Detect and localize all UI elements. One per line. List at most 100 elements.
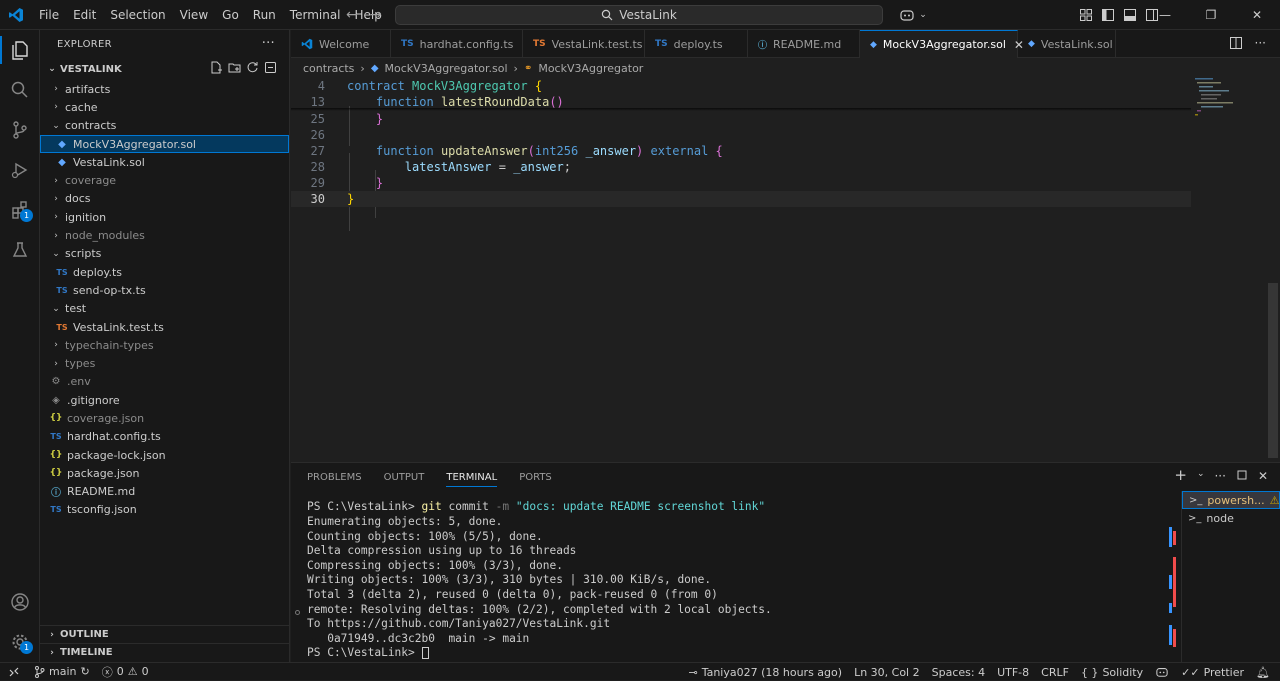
tree-folder-typechain-types[interactable]: › typechain-types bbox=[40, 336, 289, 354]
tab-deploy[interactable]: TS deploy.ts bbox=[645, 30, 748, 58]
tree-folder-scripts[interactable]: ⌄ scripts bbox=[40, 245, 289, 263]
breadcrumb-folder[interactable]: contracts bbox=[303, 62, 354, 75]
tree-folder-contracts[interactable]: ⌄ contracts bbox=[40, 117, 289, 135]
tree-folder-node-modules[interactable]: › node_modules bbox=[40, 226, 289, 244]
maximize-panel-icon[interactable] bbox=[1236, 469, 1248, 481]
breadcrumb-file[interactable]: MockV3Aggregator.sol bbox=[385, 62, 508, 75]
tab-welcome[interactable]: Welcome bbox=[291, 30, 391, 58]
git-blame[interactable]: ⊸ Taniya027 (18 hours ago) bbox=[682, 663, 848, 681]
problems-indicator[interactable]: ⓧ 0 ⚠ 0 bbox=[96, 663, 155, 681]
tab-ports[interactable]: PORTS bbox=[519, 472, 552, 483]
tree-file-coverage-json[interactable]: {} coverage.json bbox=[40, 409, 289, 427]
toggle-panel-icon[interactable] bbox=[1123, 8, 1137, 22]
line-ending[interactable]: CRLF bbox=[1035, 663, 1075, 681]
new-file-icon[interactable] bbox=[210, 61, 223, 74]
split-editor-icon[interactable] bbox=[1229, 36, 1243, 50]
terminal-output[interactable]: PS C:\VestaLink> git commit -m "docs: up… bbox=[291, 491, 1171, 663]
minimize-icon[interactable]: — bbox=[1142, 0, 1188, 30]
tree-label: scripts bbox=[65, 247, 102, 261]
tree-file-tsconfig[interactable]: TS tsconfig.json bbox=[40, 501, 289, 519]
testing-icon[interactable] bbox=[0, 230, 40, 270]
prettier-status[interactable]: ✓✓ Prettier bbox=[1175, 663, 1250, 681]
tree-file-package-lock[interactable]: {} package-lock.json bbox=[40, 446, 289, 464]
run-debug-icon[interactable] bbox=[0, 150, 40, 190]
scroll-marker bbox=[1173, 629, 1176, 647]
outline-section[interactable]: › OUTLINE bbox=[40, 625, 290, 643]
extensions-icon[interactable]: 1 bbox=[0, 190, 40, 230]
copilot-menu-button[interactable]: ⌄ bbox=[893, 5, 933, 25]
more-actions-icon[interactable]: ··· bbox=[1255, 36, 1266, 50]
source-control-icon[interactable] bbox=[0, 110, 40, 150]
chevron-down-icon[interactable]: ⌄ bbox=[1197, 469, 1205, 483]
tree-folder-artifacts[interactable]: › artifacts bbox=[40, 80, 289, 98]
indentation[interactable]: Spaces: 4 bbox=[926, 663, 991, 681]
notifications-bell-icon[interactable]: 🔔︎ bbox=[1250, 663, 1280, 681]
copilot-status-icon[interactable] bbox=[1149, 663, 1175, 681]
menu-terminal[interactable]: Terminal bbox=[283, 0, 348, 30]
chevron-right-icon: › bbox=[54, 84, 58, 95]
tab-mockv3aggregator[interactable]: ◆ MockV3Aggregator.sol ✕ bbox=[860, 30, 1024, 58]
editor-scrollbar[interactable] bbox=[1268, 283, 1278, 458]
tree-file-send-op-tx[interactable]: TS send-op-tx.ts bbox=[40, 281, 289, 299]
menu-go[interactable]: Go bbox=[215, 0, 246, 30]
tree-file-vestalink-sol[interactable]: ◆ VestaLink.sol bbox=[40, 153, 289, 171]
refresh-icon[interactable] bbox=[246, 61, 259, 74]
tree-file-vestalink-test[interactable]: TS VestaLink.test.ts bbox=[40, 318, 289, 336]
close-window-icon[interactable]: ✕ bbox=[1234, 0, 1280, 30]
tab-hardhat-config[interactable]: TS hardhat.config.ts bbox=[391, 30, 523, 58]
new-terminal-icon[interactable]: + bbox=[1174, 468, 1187, 483]
command-center-search[interactable]: VestaLink bbox=[395, 5, 883, 25]
menu-view[interactable]: View bbox=[173, 0, 215, 30]
customize-layout-icon[interactable] bbox=[1079, 8, 1093, 22]
tree-folder-test[interactable]: ⌄ test bbox=[40, 300, 289, 318]
terminal-string: "docs: update README screenshot link" bbox=[515, 500, 766, 513]
explorer-icon[interactable] bbox=[0, 30, 40, 70]
more-actions-icon[interactable]: ··· bbox=[1214, 469, 1225, 483]
forward-arrow-icon[interactable]: → bbox=[370, 7, 382, 23]
close-panel-icon[interactable]: ✕ bbox=[1258, 469, 1268, 483]
tree-file-env[interactable]: ⚙ .env bbox=[40, 373, 289, 391]
language-mode[interactable]: { } Solidity bbox=[1075, 663, 1149, 681]
tree-folder-cache[interactable]: › cache bbox=[40, 98, 289, 116]
encoding[interactable]: UTF-8 bbox=[991, 663, 1035, 681]
minimap[interactable] bbox=[1191, 78, 1246, 123]
more-actions-icon[interactable]: ··· bbox=[262, 36, 275, 51]
toggle-primary-sidebar-icon[interactable] bbox=[1101, 8, 1115, 22]
tree-folder-ignition[interactable]: › ignition bbox=[40, 208, 289, 226]
code-view[interactable]: 4 contract MockV3Aggregator { 13 functio… bbox=[291, 78, 1280, 462]
tree-file-hardhat-config[interactable]: TS hardhat.config.ts bbox=[40, 428, 289, 446]
back-arrow-icon[interactable]: ← bbox=[346, 7, 358, 23]
tab-readme[interactable]: ⓘ README.md bbox=[748, 30, 860, 58]
account-icon[interactable] bbox=[0, 582, 40, 622]
tree-folder-docs[interactable]: › docs bbox=[40, 190, 289, 208]
terminal-list-item-node[interactable]: >_ node bbox=[1182, 509, 1280, 527]
tree-label: coverage bbox=[65, 174, 117, 188]
new-folder-icon[interactable] bbox=[228, 61, 241, 74]
tree-file-mockv3aggregator[interactable]: ◆ MockV3Aggregator.sol bbox=[40, 134, 289, 154]
tree-file-package-json[interactable]: {} package.json bbox=[40, 464, 289, 482]
branch-indicator[interactable]: main ↻ bbox=[28, 663, 96, 681]
cursor-position[interactable]: Ln 30, Col 2 bbox=[848, 663, 926, 681]
tree-file-gitignore[interactable]: ◈ .gitignore bbox=[40, 391, 289, 409]
timeline-section[interactable]: › TIMELINE bbox=[40, 643, 290, 661]
tree-file-readme[interactable]: ⓘ README.md bbox=[40, 483, 289, 501]
collapse-all-icon[interactable] bbox=[264, 61, 277, 74]
tab-vestalink-sol[interactable]: ◆ VestaLink.sol bbox=[1018, 30, 1116, 58]
tab-problems[interactable]: PROBLEMS bbox=[307, 472, 362, 483]
remote-icon[interactable] bbox=[0, 663, 28, 681]
tab-terminal[interactable]: TERMINAL bbox=[446, 472, 498, 487]
search-icon[interactable] bbox=[0, 70, 40, 110]
menu-run[interactable]: Run bbox=[246, 0, 283, 30]
breadcrumb-symbol[interactable]: MockV3Aggregator bbox=[538, 62, 643, 75]
manage-gear-icon[interactable]: 1 bbox=[0, 622, 40, 662]
tab-vestalink-test[interactable]: TS VestaLink.test.ts bbox=[523, 30, 645, 58]
tree-file-deploy-ts[interactable]: TS deploy.ts bbox=[40, 263, 289, 281]
menu-file[interactable]: File bbox=[32, 0, 66, 30]
terminal-list-item-powershell[interactable]: >_ powersh... ⚠ bbox=[1182, 491, 1280, 509]
tree-folder-types[interactable]: › types bbox=[40, 354, 289, 372]
menu-edit[interactable]: Edit bbox=[66, 0, 103, 30]
restore-icon[interactable]: ❐ bbox=[1188, 0, 1234, 30]
tree-folder-coverage[interactable]: › coverage bbox=[40, 171, 289, 189]
menu-selection[interactable]: Selection bbox=[103, 0, 172, 30]
tab-output[interactable]: OUTPUT bbox=[384, 472, 425, 483]
